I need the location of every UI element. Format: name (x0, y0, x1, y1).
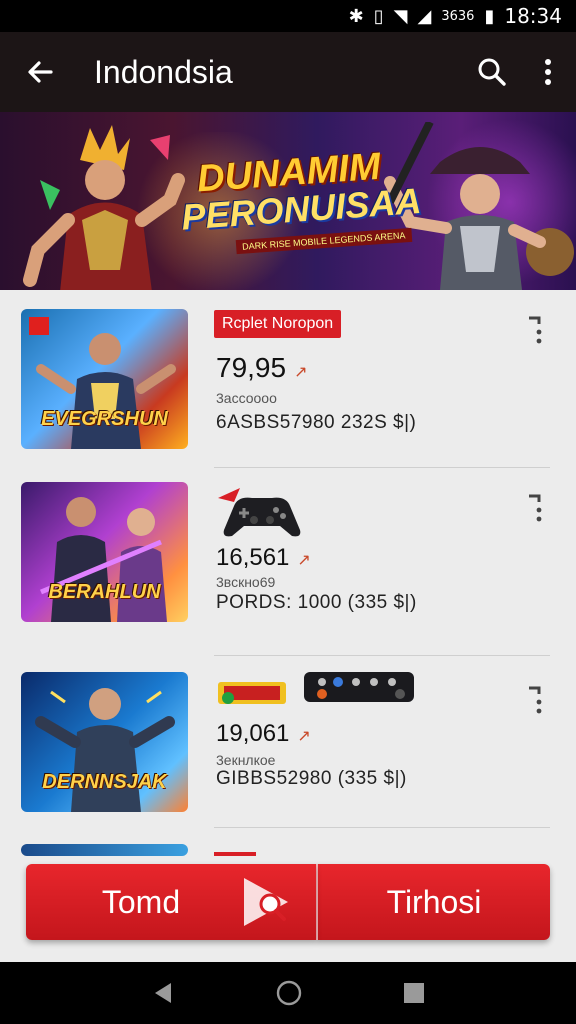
trend-up-icon: ↗ (297, 728, 311, 745)
game-logo-icon (218, 682, 286, 704)
battery-icon: ▮ (484, 5, 495, 27)
item-subline: 3вскно69 (216, 574, 276, 590)
game-thumbnail[interactable]: BERAHLUN (21, 482, 188, 622)
list-item[interactable]: EVEGRSHUN Rcplet Noropon 79,95 ↗ 3ассоооо… (0, 290, 576, 468)
bottom-action-bar: Tomd Tirhosi (26, 864, 550, 940)
divider (214, 827, 550, 828)
banner-title: DUNAMIM PERONUISAA (178, 146, 422, 238)
page-title: Indondsia (94, 53, 233, 90)
primary-action-label: Tomd (101, 883, 181, 920)
network-label: 3636 (441, 8, 475, 24)
trend-up-icon: ↗ (294, 364, 308, 381)
secondary-action-button[interactable]: Tirhosi (316, 864, 550, 940)
more-vert-icon (545, 59, 551, 85)
list-item[interactable]: DERNNSJAK 19,061 ↗ 3екнлкое GIBBS52980 (3… (0, 656, 576, 828)
price-text: 19,061 (216, 720, 290, 747)
hero-left-image (23, 125, 185, 290)
price-text: 79,95 (216, 352, 287, 383)
gamepad-icon (218, 488, 301, 537)
price-text: 16,561 (216, 544, 290, 571)
nav-home-icon[interactable] (276, 980, 302, 1006)
item-detail: GIBBS52980 (335 $|) (216, 768, 407, 789)
wifi-icon: ◥ (393, 5, 408, 27)
game-thumbnail[interactable]: DERNNSJAK (21, 672, 188, 812)
controller-buttons-icon (304, 672, 414, 702)
search-icon (478, 58, 506, 86)
more-vert-icon (529, 494, 542, 522)
item-detail: 6ASBS57980 232S $|) (216, 412, 417, 433)
item-menu-button[interactable] (522, 488, 548, 528)
system-navigation-bar (0, 962, 576, 1024)
overflow-menu-button[interactable] (520, 32, 576, 112)
list-item[interactable]: BERAHLUN 16,561 ↗ 3вскно69 PORDS: 1000 (3… (0, 468, 576, 656)
signal-icon: ◢ (417, 5, 432, 27)
price-value: 16,561 ↗ (216, 544, 311, 572)
search-button[interactable] (464, 32, 520, 112)
item-subline: 3екнлкое (216, 752, 276, 768)
item-subline: 3ассоооо (216, 390, 277, 406)
more-vert-icon (529, 686, 542, 714)
status-badge: Rcplet Noropon (214, 310, 342, 338)
game-title-art: DERNNSJAK (42, 771, 167, 793)
status-badge (214, 852, 256, 856)
play-search-icon (244, 878, 288, 926)
status-bar: ✱ ▯ ◥ ◢ 3636 ▮ 18:34 (0, 0, 576, 32)
promo-banner[interactable]: DUNAMIM PERONUISAA DARK RISE MOBILE LEGE… (0, 112, 576, 290)
bluetooth-icon: ✱ (348, 5, 364, 27)
item-detail: PORDS: 1000 (335 $|) (216, 592, 417, 613)
game-thumbnail[interactable]: EVEGRSHUN (21, 309, 188, 449)
more-vert-icon (529, 316, 542, 344)
list-item[interactable] (0, 842, 576, 862)
nav-recents-icon[interactable] (403, 982, 425, 1004)
price-value: 19,061 ↗ (216, 720, 311, 748)
item-menu-button[interactable] (522, 310, 548, 350)
nav-back-icon[interactable] (151, 981, 175, 1005)
trend-up-icon: ↗ (297, 552, 311, 569)
vibrate-icon: ▯ (373, 5, 384, 27)
game-title-art: BERAHLUN (48, 581, 161, 603)
game-title-art: EVEGRSHUN (41, 408, 168, 430)
game-thumbnail[interactable] (21, 844, 188, 856)
item-menu-button[interactable] (522, 680, 548, 720)
back-button[interactable] (0, 32, 80, 112)
primary-action-button[interactable]: Tomd (26, 864, 316, 940)
arrow-back-icon (28, 61, 53, 83)
secondary-action-label: Tirhosi (386, 883, 482, 920)
app-bar: Indondsia (0, 32, 576, 112)
price-value: 79,95 ↗ (216, 352, 307, 384)
clock: 18:34 (504, 4, 562, 28)
